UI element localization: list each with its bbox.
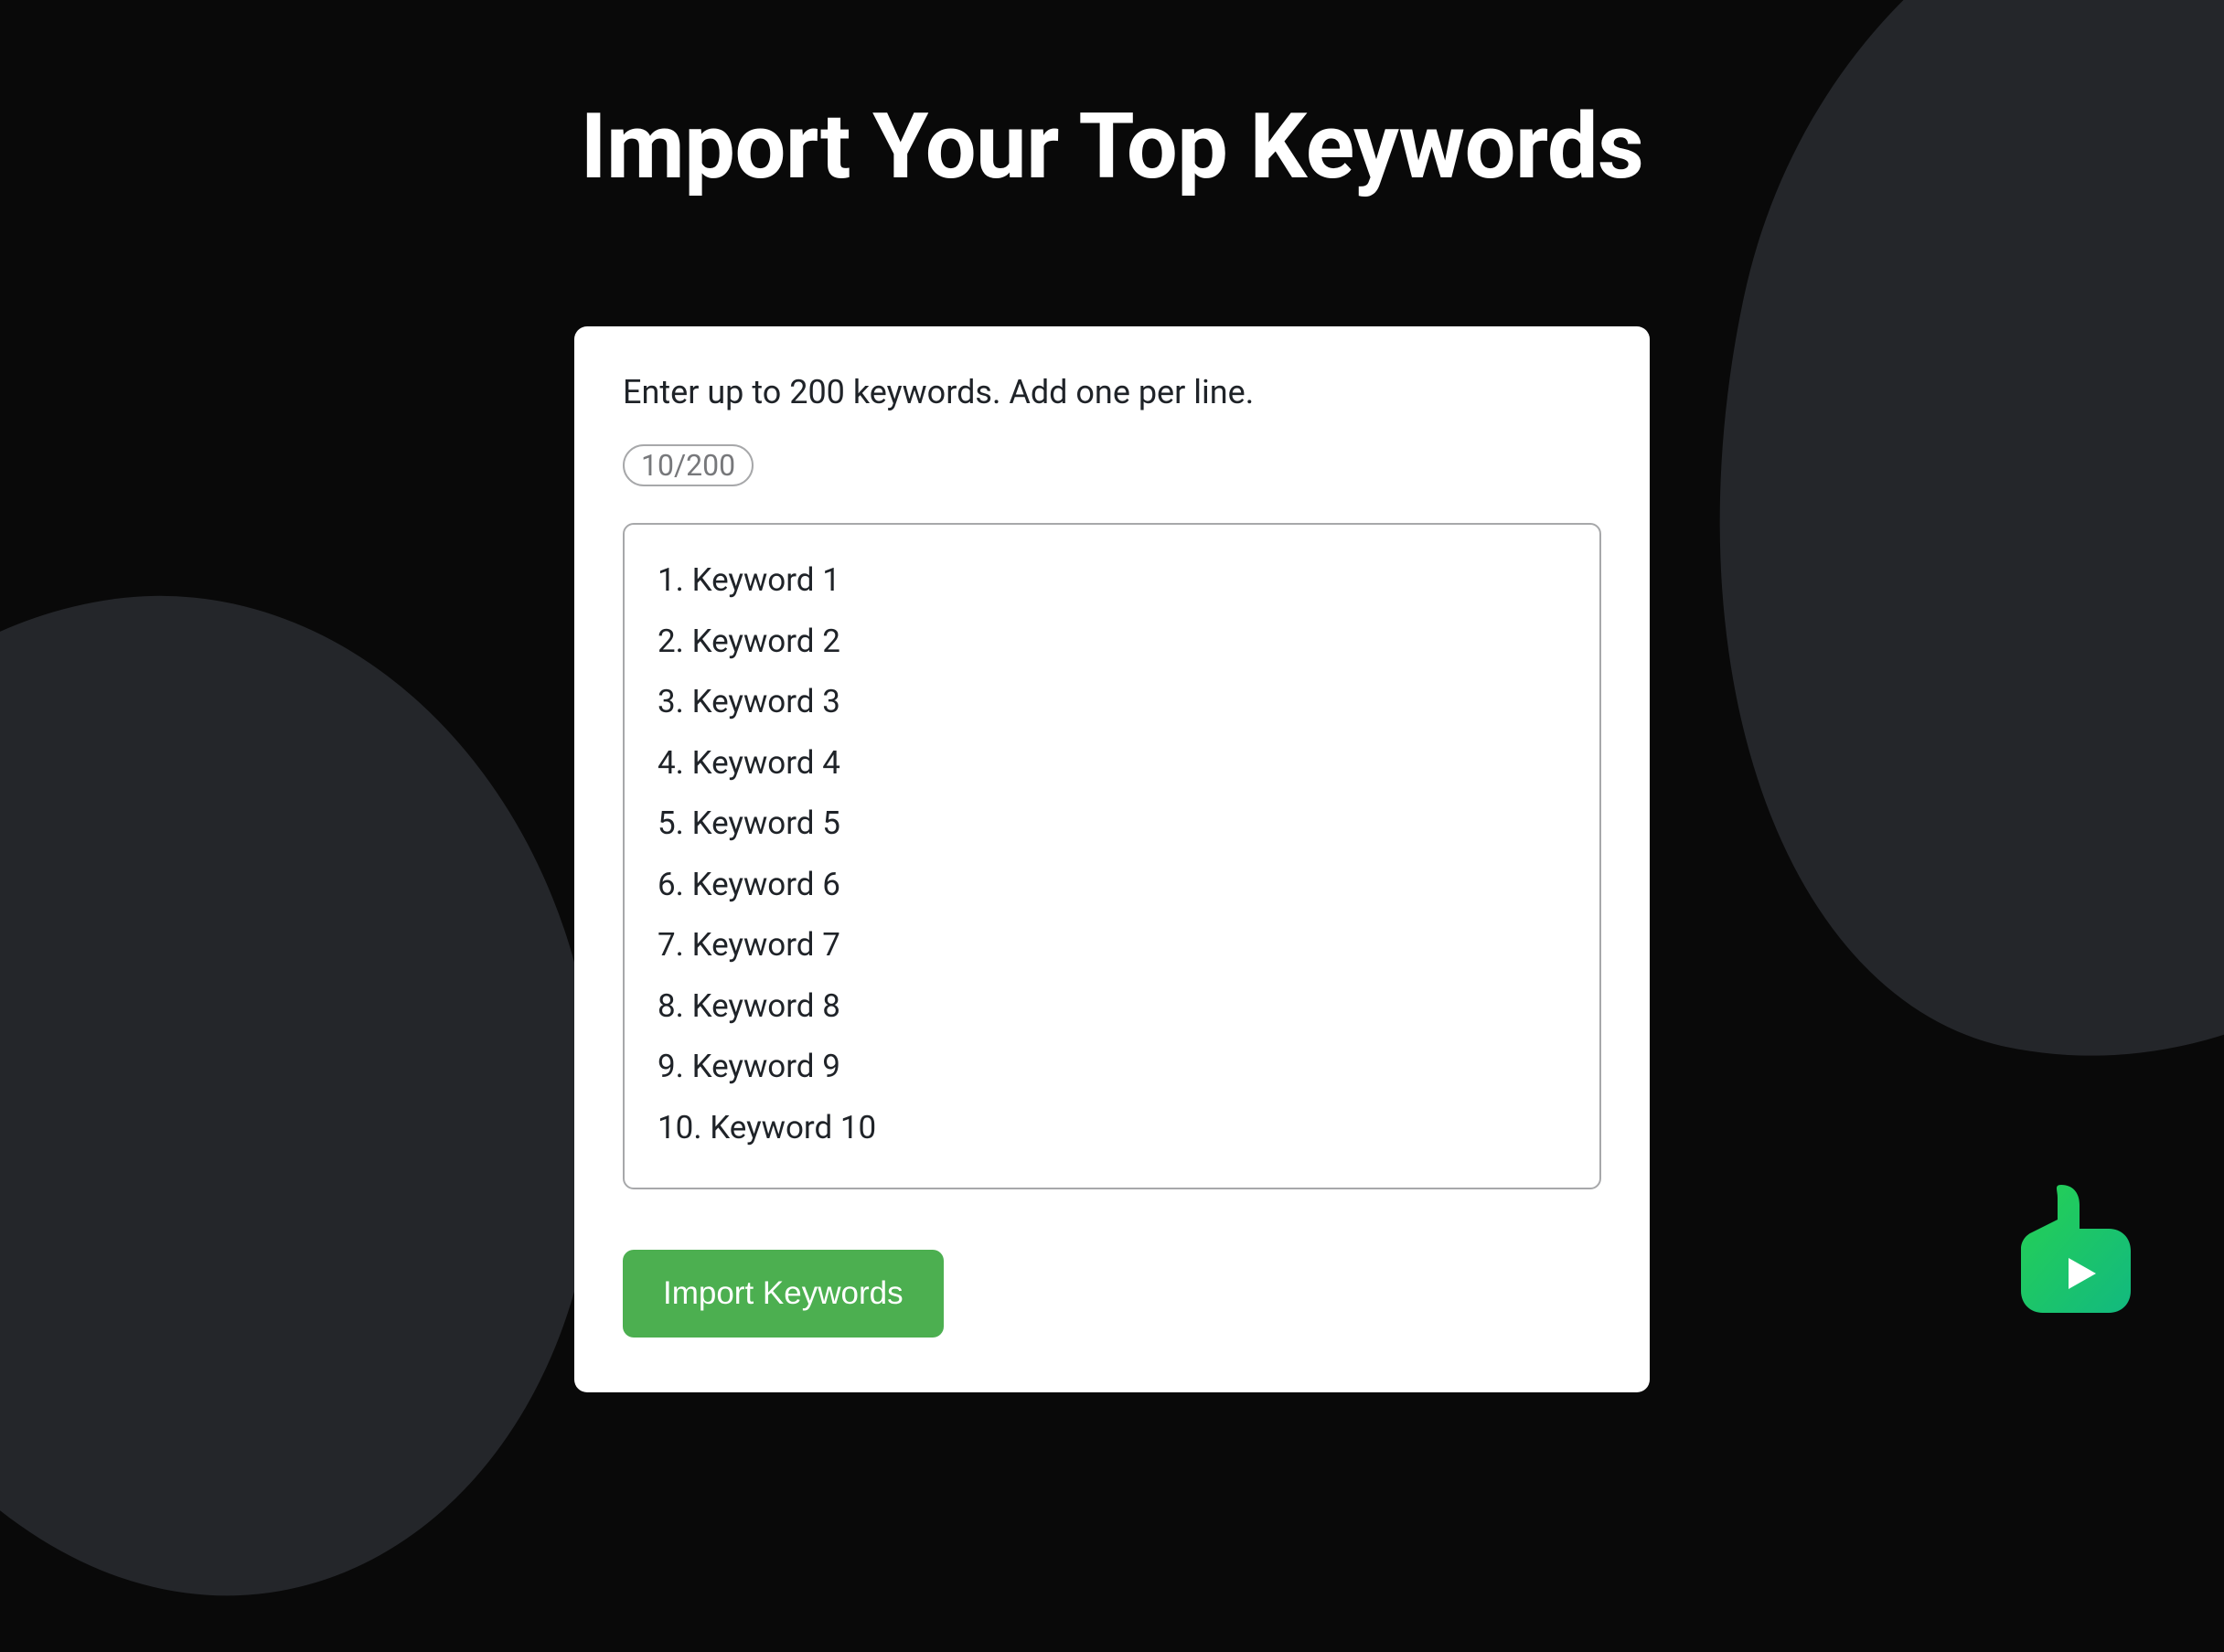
- list-item: 1. Keyword 1: [658, 550, 1566, 612]
- list-item: 8. Keyword 8: [658, 976, 1566, 1038]
- keyword-input-area[interactable]: 1. Keyword 1 2. Keyword 2 3. Keyword 3 4…: [623, 523, 1601, 1189]
- list-item: 2. Keyword 2: [658, 612, 1566, 673]
- instructions-text: Enter up to 200 keywords. Add one per li…: [623, 373, 1601, 411]
- list-item: 3. Keyword 3: [658, 672, 1566, 733]
- list-item: 6. Keyword 6: [658, 855, 1566, 916]
- keyword-list: 1. Keyword 1 2. Keyword 2 3. Keyword 3 4…: [658, 550, 1566, 1158]
- brand-logo-icon: [2021, 1185, 2131, 1313]
- list-item: 4. Keyword 4: [658, 733, 1566, 794]
- keyword-count-badge: 10/200: [623, 444, 754, 486]
- decorative-blob-left: [0, 542, 660, 1652]
- import-keywords-button[interactable]: Import Keywords: [623, 1250, 944, 1338]
- list-item: 5. Keyword 5: [658, 794, 1566, 855]
- page-title: Import Your Top Keywords: [0, 0, 2224, 200]
- list-item: 10. Keyword 10: [658, 1098, 1566, 1159]
- list-item: 7. Keyword 7: [658, 915, 1566, 976]
- list-item: 9. Keyword 9: [658, 1037, 1566, 1098]
- import-keywords-card: Enter up to 200 keywords. Add one per li…: [574, 326, 1650, 1392]
